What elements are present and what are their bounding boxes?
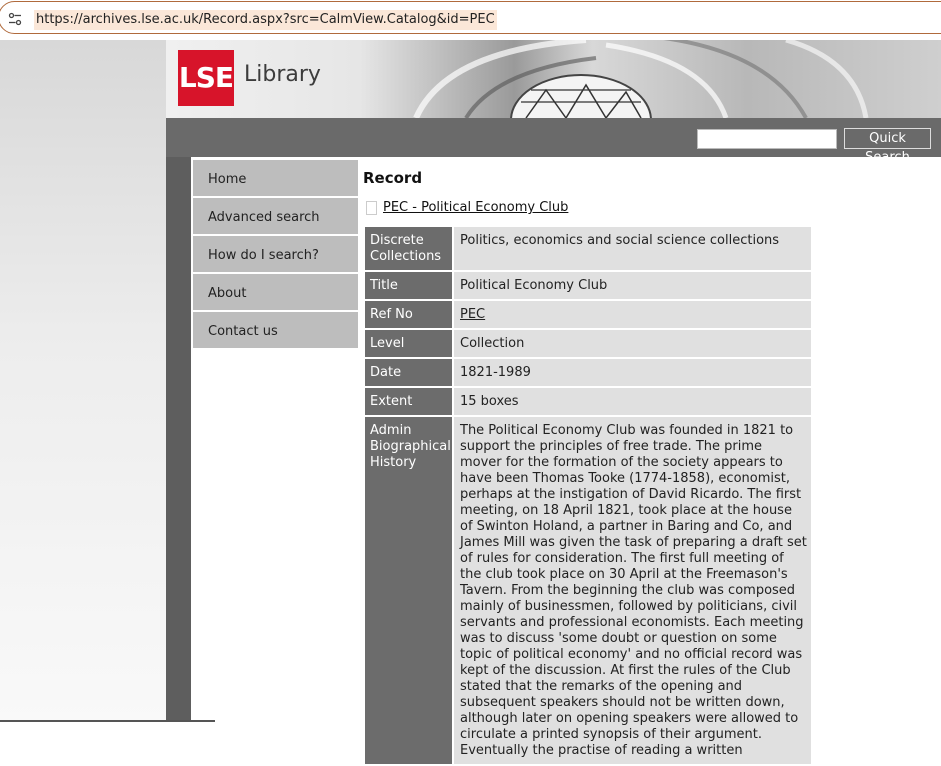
record-link[interactable]: PEC - Political Economy Club xyxy=(383,200,568,215)
field-value: Political Economy Club xyxy=(454,272,811,299)
field-value: The Political Economy Club was founded i… xyxy=(454,417,811,764)
table-row: Extent 15 boxes xyxy=(365,388,811,415)
nav-item-advanced-search[interactable]: Advanced search xyxy=(193,198,358,234)
field-value: Politics, economics and social science c… xyxy=(454,227,811,270)
lse-logo[interactable]: LSE xyxy=(178,50,234,106)
library-title: Library xyxy=(244,62,321,87)
table-row: Admin Biographical History The Political… xyxy=(365,417,811,764)
table-row: Level Collection xyxy=(365,330,811,357)
table-row: Ref No PEC xyxy=(365,301,811,328)
field-value: Collection xyxy=(454,330,811,357)
field-label: Admin Biographical History xyxy=(365,417,452,764)
ref-no-link[interactable]: PEC xyxy=(460,307,485,322)
address-bar: https://archives.lse.ac.uk/Record.aspx?s… xyxy=(0,0,941,36)
nav-item-contact-us[interactable]: Contact us xyxy=(193,312,358,348)
url-field[interactable]: https://archives.lse.ac.uk/Record.aspx?s… xyxy=(0,1,941,34)
field-label: Title xyxy=(365,272,452,299)
document-icon xyxy=(366,201,377,215)
quick-search-button[interactable]: Quick Search xyxy=(844,128,931,165)
field-value: 1821-1989 xyxy=(454,359,811,386)
field-label: Ref No xyxy=(365,301,452,328)
field-value: PEC xyxy=(454,301,811,328)
page-title: Record xyxy=(363,169,423,187)
field-label: Level xyxy=(365,330,452,357)
field-label: Date xyxy=(365,359,452,386)
search-bar: Quick Search xyxy=(166,118,941,165)
table-row: Date 1821-1989 xyxy=(365,359,811,386)
field-label: Discrete Collections xyxy=(365,227,452,270)
left-column-bar xyxy=(166,157,191,722)
sidebar-nav: Home Advanced search How do I search? Ab… xyxy=(193,160,358,350)
url-text[interactable]: https://archives.lse.ac.uk/Record.aspx?s… xyxy=(34,10,497,30)
site-banner: LSE Library xyxy=(166,40,941,118)
search-input[interactable] xyxy=(697,129,837,149)
nav-item-how-do-i-search[interactable]: How do I search? xyxy=(193,236,358,272)
table-row: Title Political Economy Club xyxy=(365,272,811,299)
nav-item-about[interactable]: About xyxy=(193,274,358,310)
record-content: Record PEC - Political Economy Club Disc… xyxy=(363,160,813,764)
site-settings-icon[interactable] xyxy=(8,12,22,26)
page-background xyxy=(0,40,166,722)
record-table: Discrete Collections Politics, economics… xyxy=(365,227,811,766)
field-value: 15 boxes xyxy=(454,388,811,415)
field-label: Extent xyxy=(365,388,452,415)
nav-item-home[interactable]: Home xyxy=(193,160,358,196)
table-row: Discrete Collections Politics, economics… xyxy=(365,227,811,270)
